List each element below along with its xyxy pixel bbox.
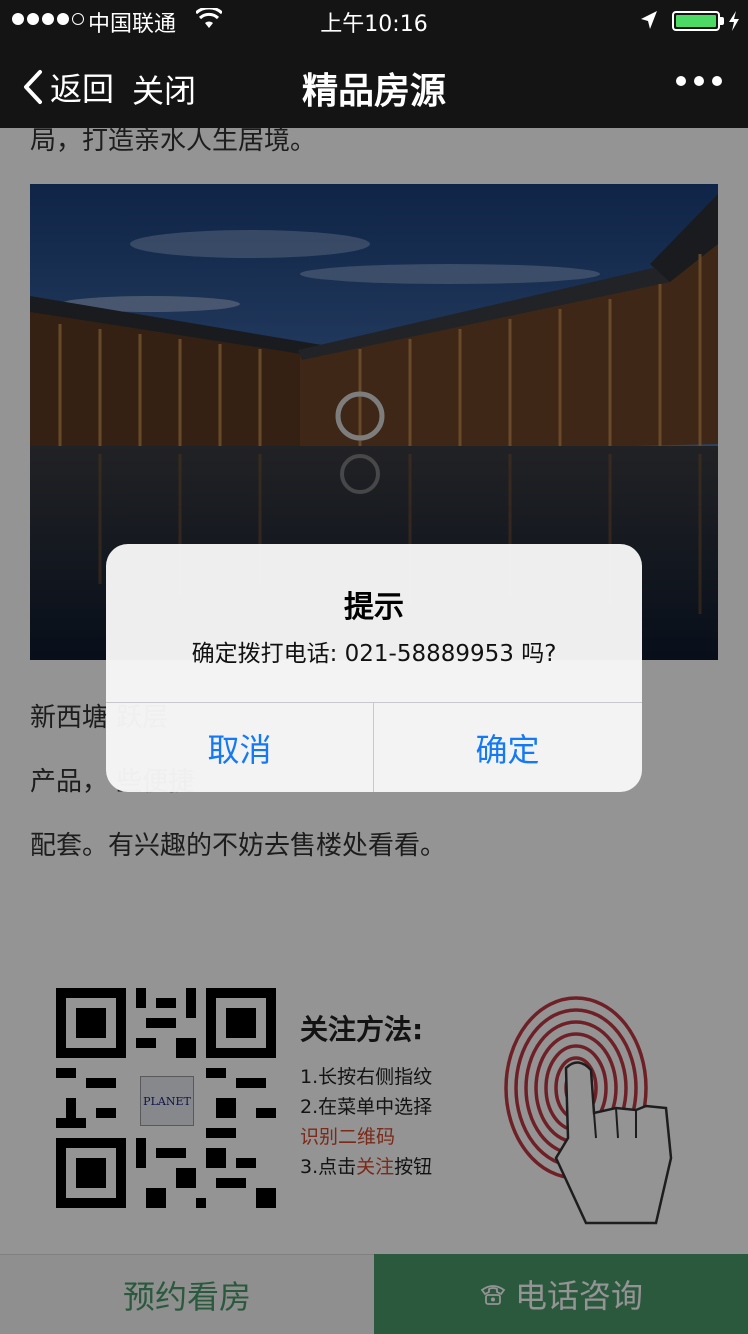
nav-bar: 返回 关闭 精品房源	[0, 40, 748, 128]
cancel-button[interactable]: 取消	[106, 703, 373, 792]
more-menu-button[interactable]	[676, 76, 722, 86]
call-confirm-dialog: 提示 确定拨打电话: 021-58889953 吗? 取消 确定	[106, 544, 642, 792]
battery-icon	[672, 11, 720, 31]
confirm-button[interactable]: 确定	[374, 703, 641, 792]
clock: 上午10:16	[320, 12, 428, 37]
charging-bolt-icon	[729, 11, 739, 31]
more-dots-icon	[676, 76, 686, 86]
battery-tip	[720, 17, 724, 25]
dialog-title: 提示	[344, 590, 404, 625]
page-title: 精品房源	[301, 71, 446, 112]
location-arrow-icon	[641, 11, 657, 29]
dialog-message: 确定拨打电话: 021-58889953 吗?	[191, 641, 557, 667]
status-bar: 中国联通 上午10:16	[0, 0, 748, 40]
